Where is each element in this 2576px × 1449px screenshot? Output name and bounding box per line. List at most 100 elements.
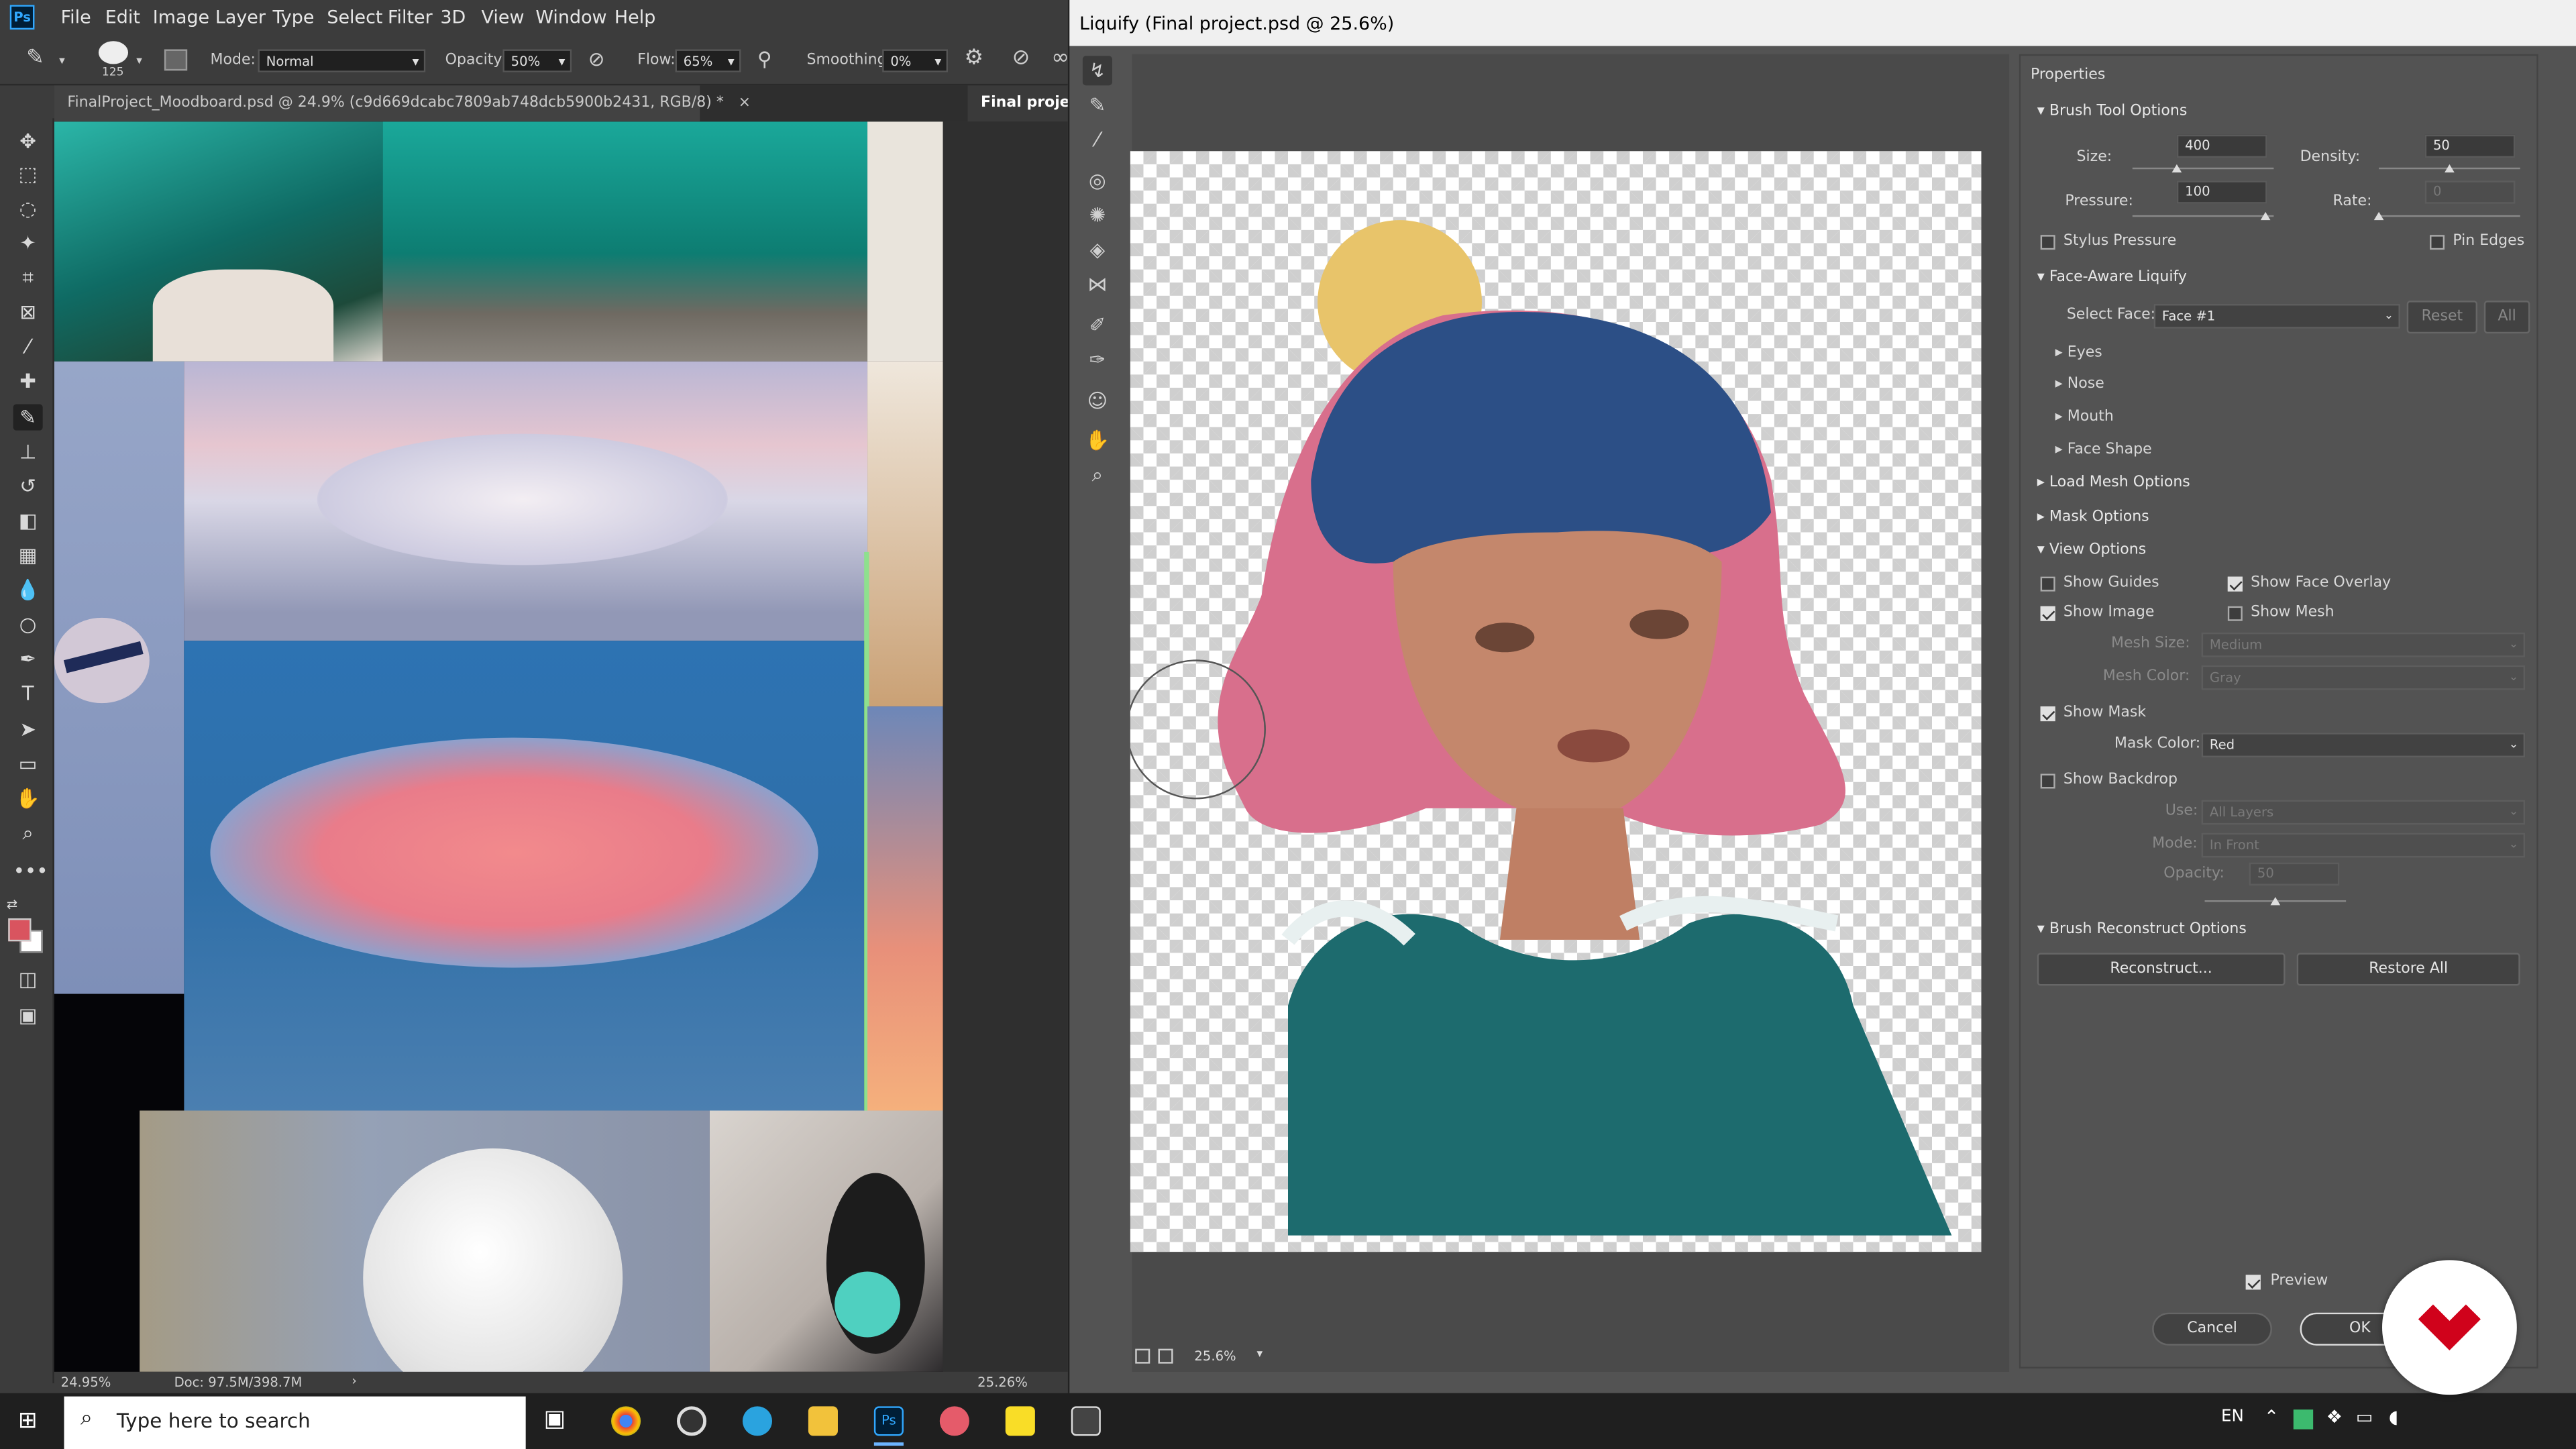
- flow-field[interactable]: 65% ▾: [675, 49, 741, 72]
- zoom-in-icon[interactable]: [1158, 1348, 1173, 1364]
- forward-warp-icon[interactable]: ↯: [1082, 56, 1112, 86]
- brush-tool-icon[interactable]: ✎: [13, 404, 43, 431]
- liquify-zoom[interactable]: 25.6%: [1194, 1349, 1236, 1364]
- opacity-field[interactable]: 50% ▾: [502, 49, 572, 72]
- thaw-mask-icon[interactable]: ✑: [1083, 345, 1112, 374]
- airbrush-icon[interactable]: ⚲: [757, 48, 772, 70]
- pressure-input[interactable]: 100: [2176, 180, 2267, 204]
- mask-color-dropdown[interactable]: Red ⌄: [2201, 733, 2526, 757]
- foreground-color-swatch[interactable]: [8, 918, 32, 942]
- view-options-header[interactable]: ▾ View Options: [2037, 542, 2146, 558]
- brush-tool-options-header[interactable]: ▾ Brush Tool Options: [2037, 103, 2188, 119]
- more-tools-icon[interactable]: •••: [13, 857, 48, 883]
- clone-stamp-icon[interactable]: ⊥: [13, 439, 43, 465]
- lasso-tool-icon[interactable]: ◌: [13, 195, 43, 221]
- tab-moodboard[interactable]: FinalProject_Moodboard.psd @ 24.9% (c9d6…: [54, 85, 751, 122]
- sticky-notes-icon[interactable]: [1005, 1406, 1035, 1436]
- photoshop-taskbar-icon[interactable]: Ps: [873, 1406, 904, 1436]
- language-indicator[interactable]: EN: [2221, 1408, 2244, 1426]
- chevron-up-icon[interactable]: ⌃: [2264, 1406, 2279, 1428]
- preview-checkbox[interactable]: [2245, 1275, 2261, 1290]
- backdrop-mode-dropdown[interactable]: In Front ⌄: [2201, 833, 2526, 858]
- backdrop-opacity-input[interactable]: 50: [2249, 862, 2340, 886]
- zoom-readout-2[interactable]: 25.26%: [977, 1375, 1028, 1390]
- healing-brush-icon[interactable]: ✚: [13, 368, 43, 394]
- chrome-icon[interactable]: [611, 1406, 641, 1436]
- menu-edit[interactable]: Edit: [105, 7, 140, 28]
- rectangle-tool-icon[interactable]: ▭: [13, 751, 43, 777]
- brush-reconstruct-header[interactable]: ▾ Brush Reconstruct Options: [2037, 922, 2247, 938]
- show-guides-checkbox[interactable]: [2040, 576, 2055, 592]
- show-backdrop-checkbox[interactable]: [2040, 773, 2055, 789]
- menu-select[interactable]: Select: [327, 7, 382, 28]
- rate-slider-thumb[interactable]: [2373, 211, 2384, 221]
- zoom-readout[interactable]: 24.95%: [61, 1375, 111, 1390]
- show-mask-checkbox[interactable]: [2040, 706, 2055, 722]
- brush-settings-icon[interactable]: [164, 49, 188, 71]
- tab-final-project[interactable]: Final project: [967, 85, 1068, 122]
- moodboard-canvas[interactable]: [54, 121, 943, 1372]
- select-face-dropdown[interactable]: Face #1 ⌄: [2153, 304, 2400, 329]
- pressure-slider-thumb[interactable]: [2260, 211, 2271, 221]
- hand-tool-icon[interactable]: ✋: [13, 786, 43, 812]
- mode-select[interactable]: Normal ▾: [258, 49, 426, 72]
- type-tool-icon[interactable]: T: [13, 680, 43, 706]
- crop-tool-icon[interactable]: ⌗: [13, 264, 43, 290]
- menu-3d[interactable]: 3D: [440, 7, 466, 28]
- eraser-icon[interactable]: ◧: [13, 508, 43, 534]
- show-image-checkbox[interactable]: [2040, 606, 2055, 621]
- photos-icon[interactable]: [1071, 1406, 1101, 1436]
- all-button[interactable]: All: [2483, 301, 2530, 334]
- pin-edges-checkbox[interactable]: [2430, 235, 2445, 250]
- reconstruct-tool-icon[interactable]: ✎: [1083, 91, 1112, 120]
- screen-mode-icon[interactable]: ▣: [13, 1002, 43, 1028]
- menu-file[interactable]: File: [61, 7, 91, 28]
- frame-tool-icon[interactable]: ⊠: [13, 299, 43, 325]
- show-mesh-checkbox[interactable]: [2227, 606, 2243, 621]
- backdrop-opacity-thumb[interactable]: [2270, 897, 2281, 906]
- mask-options-header[interactable]: ▸ Mask Options: [2037, 509, 2149, 525]
- marquee-tool-icon[interactable]: ⬚: [13, 161, 43, 187]
- menu-type[interactable]: Type: [273, 7, 315, 28]
- restore-all-button[interactable]: Restore All: [2296, 953, 2520, 986]
- size-slider-track[interactable]: [2132, 167, 2274, 170]
- quick-mask-icon[interactable]: ◫: [13, 966, 43, 992]
- liquify-image-canvas[interactable]: [1126, 151, 1982, 1252]
- brush-tool-icon[interactable]: ✎: [26, 46, 44, 71]
- menu-view[interactable]: View: [482, 7, 525, 28]
- cancel-button[interactable]: Cancel: [2152, 1312, 2272, 1346]
- face-aware-header[interactable]: ▾ Face-Aware Liquify: [2037, 270, 2187, 286]
- windows-start-icon[interactable]: ⊞: [18, 1408, 38, 1434]
- move-tool-icon[interactable]: ✥: [13, 128, 43, 154]
- taskbar-search[interactable]: ⌕ Type here to search: [64, 1396, 526, 1449]
- rate-input[interactable]: 0: [2424, 180, 2516, 204]
- pressure-opacity-icon[interactable]: ⊘: [588, 48, 605, 70]
- zoom-out-icon[interactable]: [1135, 1348, 1150, 1364]
- gear-icon[interactable]: ⚙: [965, 46, 984, 71]
- pressure-slider-track[interactable]: [2132, 215, 2274, 217]
- load-mesh-header[interactable]: ▸ Load Mesh Options: [2037, 475, 2190, 491]
- nose-expander[interactable]: ▸ Nose: [2055, 376, 2104, 392]
- stylus-pressure-checkbox[interactable]: [2040, 235, 2055, 250]
- menu-filter[interactable]: Filter: [388, 7, 433, 28]
- dropbox-icon[interactable]: ❖: [2326, 1406, 2343, 1428]
- path-selection-icon[interactable]: ➤: [13, 716, 43, 743]
- push-left-tool-icon[interactable]: ⋈: [1083, 270, 1112, 299]
- chevron-down-icon[interactable]: ▾: [136, 54, 142, 68]
- network-icon[interactable]: ▭: [2356, 1406, 2373, 1428]
- smoothing-field[interactable]: 0% ▾: [882, 49, 949, 72]
- blur-tool-icon[interactable]: 💧: [13, 577, 43, 603]
- magic-wand-icon[interactable]: ✦: [13, 230, 43, 256]
- close-icon[interactable]: ×: [739, 95, 751, 111]
- volume-icon[interactable]: ◖: [2389, 1406, 2398, 1428]
- task-view-icon[interactable]: ▣: [544, 1406, 566, 1432]
- file-explorer-icon[interactable]: [808, 1406, 838, 1436]
- show-face-overlay-checkbox[interactable]: [2227, 576, 2243, 592]
- obs-icon[interactable]: [676, 1406, 707, 1436]
- swap-colors-icon[interactable]: ⇄: [7, 897, 17, 912]
- tray-app-icon[interactable]: [2293, 1409, 2314, 1430]
- density-input[interactable]: 50: [2424, 134, 2516, 158]
- reconstruct-button[interactable]: Reconstruct...: [2037, 953, 2286, 986]
- menu-window[interactable]: Window: [535, 7, 606, 28]
- menu-image[interactable]: Image: [153, 7, 209, 28]
